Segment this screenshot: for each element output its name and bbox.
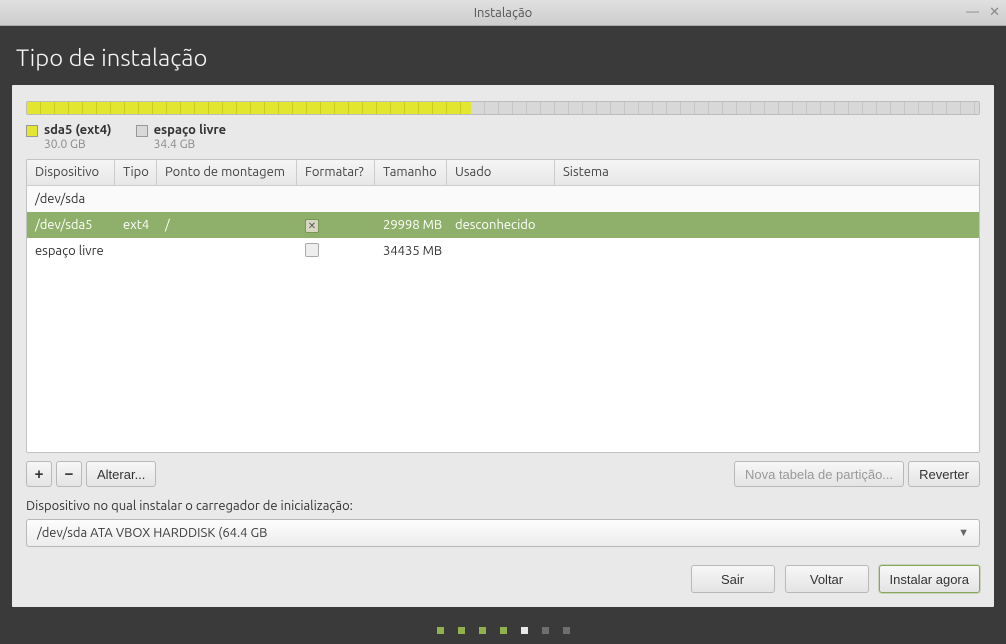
table-row-sda5[interactable]: /dev/sda5 ext4 / ✕ 29998 MB desconhecido — [27, 212, 979, 238]
table-row-free[interactable]: espaço livre 34435 MB — [27, 238, 979, 264]
th-used[interactable]: Usado — [447, 160, 555, 185]
th-system[interactable]: Sistema — [555, 160, 979, 185]
legend-free-size: 34.4 GB — [154, 138, 196, 151]
partition-bar[interactable] — [26, 101, 980, 115]
legend-sda5-label: sda5 (ext4) — [44, 123, 112, 137]
legend-free-label: espaço livre — [154, 123, 227, 137]
step-dot — [542, 627, 549, 634]
nav-row: Sair Voltar Instalar agora — [26, 565, 980, 593]
installer-frame: Tipo de instalação sda5 (ext4) 30.0 GB e… — [0, 26, 1006, 644]
bootloader-label: Dispositivo no qual instalar o carregado… — [26, 499, 980, 513]
th-format[interactable]: Formatar? — [297, 160, 375, 185]
bootloader-device-value: /dev/sda ATA VBOX HARDDISK (64.4 GB — [37, 526, 267, 540]
titlebar: Instalação — ✕ — [0, 0, 1006, 26]
swatch-free-icon — [136, 125, 148, 137]
chevron-down-icon: ▼ — [958, 527, 969, 539]
table-header: Dispositivo Tipo Ponto de montagem Forma… — [27, 160, 979, 186]
legend-sda5: sda5 (ext4) 30.0 GB — [26, 123, 112, 151]
revert-button[interactable]: Reverter — [908, 461, 980, 487]
quit-button[interactable]: Sair — [691, 565, 775, 593]
step-dot — [563, 627, 570, 634]
cell-type: ext4 — [115, 218, 157, 232]
close-button[interactable]: ✕ — [989, 5, 1000, 20]
partition-button-row: + − Alterar... Nova tabela de partição..… — [26, 461, 980, 487]
content-panel: sda5 (ext4) 30.0 GB espaço livre 34.4 GB… — [12, 85, 994, 607]
partition-table: Dispositivo Tipo Ponto de montagem Forma… — [26, 159, 980, 453]
cell-device: /dev/sda — [27, 192, 115, 206]
back-button[interactable]: Voltar — [785, 565, 869, 593]
partition-legend: sda5 (ext4) 30.0 GB espaço livre 34.4 GB — [26, 123, 980, 151]
cell-format: ✕ — [297, 218, 375, 233]
bootloader-device-combo[interactable]: /dev/sda ATA VBOX HARDDISK (64.4 GB ▼ — [26, 519, 980, 547]
format-checkbox-icon[interactable]: ✕ — [305, 219, 319, 233]
cell-size: 29998 MB — [375, 218, 447, 232]
swatch-sda5-icon — [26, 125, 38, 137]
page-title: Tipo de instalação — [16, 44, 990, 71]
cell-device: /dev/sda5 — [27, 218, 115, 232]
th-mount[interactable]: Ponto de montagem — [157, 160, 297, 185]
step-dot — [521, 627, 528, 634]
step-dot — [500, 627, 507, 634]
cell-device: espaço livre — [27, 244, 297, 258]
table-body: /dev/sda /dev/sda5 ext4 / ✕ 29998 MB des… — [27, 186, 979, 452]
cell-used: desconhecido — [447, 218, 555, 232]
minimize-button[interactable]: — — [966, 5, 979, 20]
step-dot — [479, 627, 486, 634]
format-checkbox-icon[interactable] — [305, 243, 319, 257]
remove-partition-button[interactable]: − — [56, 461, 82, 487]
th-type[interactable]: Tipo — [115, 160, 157, 185]
th-size[interactable]: Tamanho — [375, 160, 447, 185]
table-row-parent[interactable]: /dev/sda — [27, 186, 979, 212]
install-now-button[interactable]: Instalar agora — [879, 565, 981, 593]
partition-bar-sda5[interactable] — [27, 102, 471, 114]
step-dot — [458, 627, 465, 634]
new-partition-table-button[interactable]: Nova tabela de partição... — [734, 461, 904, 487]
legend-sda5-size: 30.0 GB — [44, 138, 86, 151]
add-partition-button[interactable]: + — [26, 461, 52, 487]
step-dot — [437, 627, 444, 634]
cell-size: 34435 MB — [375, 244, 447, 258]
window-controls: — ✕ — [966, 5, 1000, 20]
partition-bar-free[interactable] — [471, 102, 979, 114]
cell-mount: / — [157, 218, 297, 232]
change-partition-button[interactable]: Alterar... — [86, 461, 156, 487]
window-title: Instalação — [0, 6, 1006, 20]
th-device[interactable]: Dispositivo — [27, 160, 115, 185]
legend-free: espaço livre 34.4 GB — [136, 123, 227, 151]
cell-format — [297, 243, 375, 260]
progress-dots — [12, 627, 994, 634]
